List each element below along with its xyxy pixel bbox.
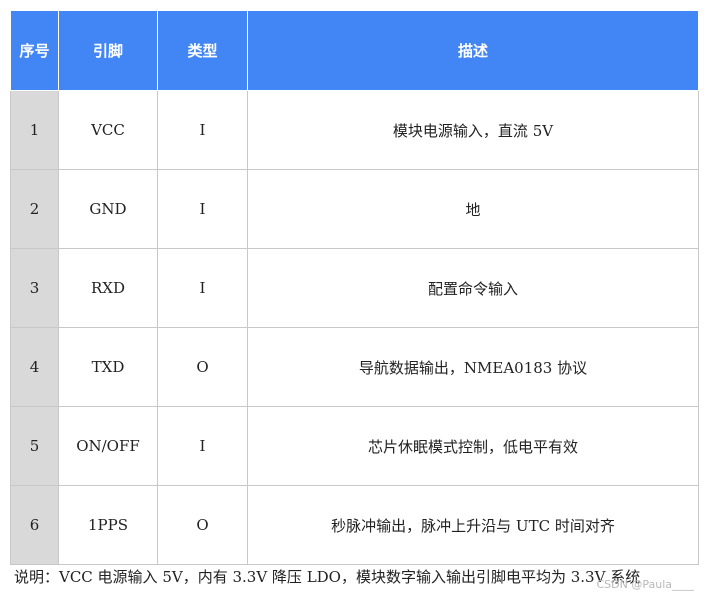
cell-pin: ON/OFF [58,406,158,486]
table-header-row: 序号 引脚 类型 描述 [10,10,699,91]
cell-pin: TXD [58,327,158,407]
cell-pin: 1PPS [58,485,158,565]
cell-index: 6 [10,485,59,565]
header-type: 类型 [157,10,248,91]
cell-description: 芯片休眠模式控制，低电平有效 [247,406,699,486]
header-pin: 引脚 [58,10,158,91]
table-row: 2 GND I 地 [10,169,699,249]
cell-index: 4 [10,327,59,407]
header-index: 序号 [10,10,59,91]
cell-description: 秒脉冲输出，脉冲上升沿与 UTC 时间对齐 [247,485,699,565]
cell-type: I [157,90,248,170]
table-row: 5 ON/OFF I 芯片休眠模式控制，低电平有效 [10,406,699,486]
pin-table: 序号 引脚 类型 描述 1 VCC I 模块电源输入，直流 5V 2 GND I… [10,10,699,565]
cell-type: I [157,406,248,486]
cell-type: O [157,485,248,565]
cell-description: 地 [247,169,699,249]
pin-table-container: 序号 引脚 类型 描述 1 VCC I 模块电源输入，直流 5V 2 GND I… [10,10,699,565]
cell-pin: GND [58,169,158,249]
cell-pin: RXD [58,248,158,328]
header-description: 描述 [247,10,699,91]
cell-description: 配置命令输入 [247,248,699,328]
cell-type: O [157,327,248,407]
cell-index: 3 [10,248,59,328]
cell-index: 5 [10,406,59,486]
cell-description: 导航数据输出，NMEA0183 协议 [247,327,699,407]
table-row: 6 1PPS O 秒脉冲输出，脉冲上升沿与 UTC 时间对齐 [10,485,699,565]
table-note: 说明：VCC 电源输入 5V，内有 3.3V 降压 LDO，模块数字输入输出引脚… [14,568,641,586]
watermark: CSDN @Paula____ [596,578,694,591]
cell-description: 模块电源输入，直流 5V [247,90,699,170]
table-row: 3 RXD I 配置命令输入 [10,248,699,328]
cell-pin: VCC [58,90,158,170]
table-row: 4 TXD O 导航数据输出，NMEA0183 协议 [10,327,699,407]
cell-type: I [157,248,248,328]
cell-type: I [157,169,248,249]
cell-index: 2 [10,169,59,249]
cell-index: 1 [10,90,59,170]
table-row: 1 VCC I 模块电源输入，直流 5V [10,90,699,170]
